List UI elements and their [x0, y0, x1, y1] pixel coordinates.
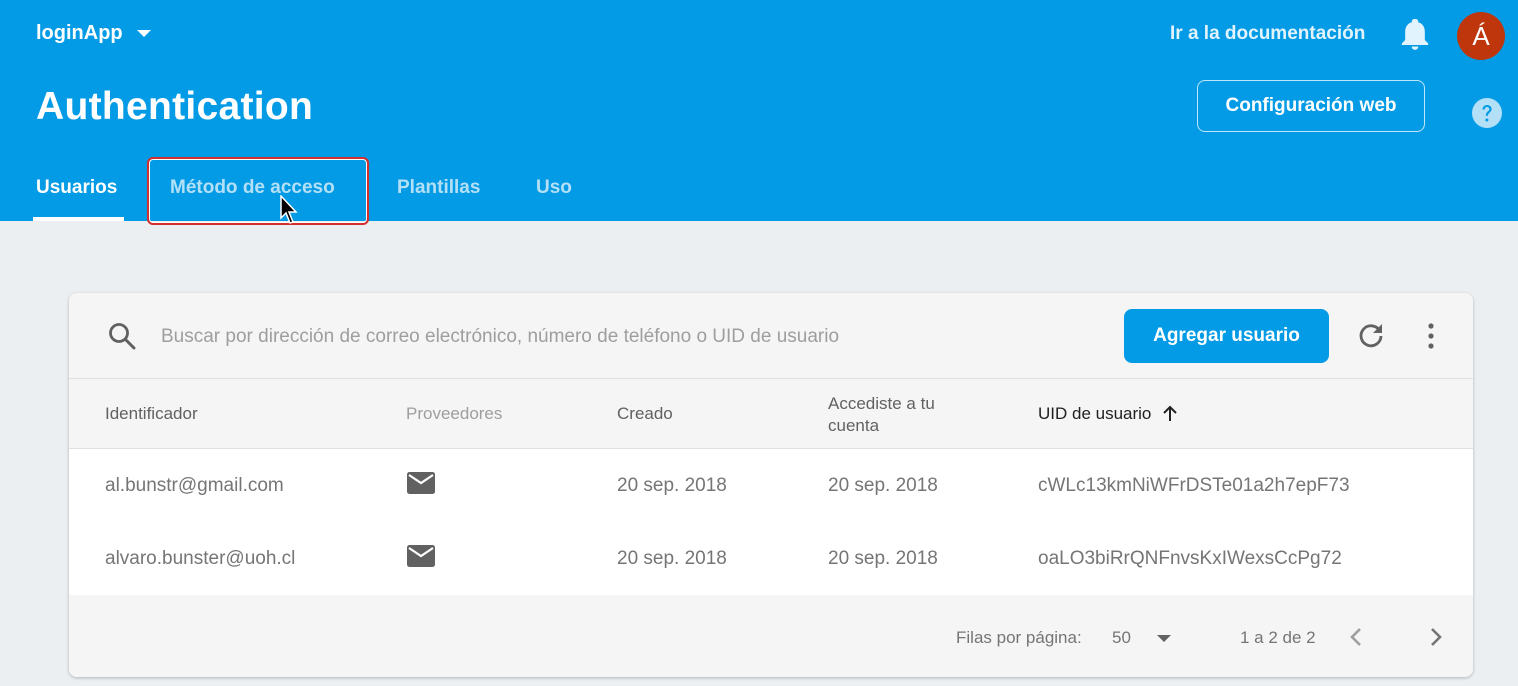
rows-per-page-select[interactable]: 50 — [1112, 628, 1171, 648]
highlight-box — [147, 157, 369, 225]
column-header-identificador[interactable]: Identificador — [105, 404, 198, 424]
table-header: Identificador Proveedores Creado Accedis… — [69, 379, 1473, 449]
pagination-range: 1 a 2 de 2 — [1240, 628, 1316, 647]
rows-per-page-label: Filas por página: — [956, 628, 1082, 647]
column-header-proveedores: Proveedores — [406, 404, 503, 423]
cell-uid: oaLO3biRrQNFnvsKxIWexsCcPg72 — [1038, 548, 1342, 569]
column-header-creado[interactable]: Creado — [617, 404, 673, 424]
project-name: loginApp — [36, 22, 123, 44]
pagination-bar: Filas por página: 50 1 a 2 de 2 — [69, 595, 1473, 677]
refresh-icon[interactable] — [1355, 320, 1387, 352]
mouse-cursor-icon — [280, 195, 298, 224]
tab-bar: Usuarios Método de acceso Plantillas Uso — [0, 160, 800, 221]
chevron-left-icon[interactable] — [1347, 625, 1367, 649]
chevron-down-icon — [1156, 634, 1171, 642]
tab-uso[interactable]: Uso — [536, 177, 572, 199]
email-icon — [407, 545, 435, 567]
column-header-uid[interactable]: UID de usuario — [1038, 404, 1179, 424]
chevron-down-icon — [136, 30, 151, 37]
column-header-accediste[interactable]: Accediste a tu cuenta — [828, 393, 968, 437]
tab-usuarios[interactable]: Usuarios — [36, 177, 117, 199]
cell-created: 20 sep. 2018 — [617, 475, 727, 496]
tab-plantillas[interactable]: Plantillas — [397, 177, 480, 199]
bell-icon[interactable] — [1401, 19, 1429, 51]
search-icon — [109, 323, 136, 350]
active-tab-indicator — [33, 217, 124, 221]
cell-identifier: al.bunstr@gmail.com — [105, 475, 284, 496]
cell-signed-in: 20 sep. 2018 — [828, 548, 938, 569]
table-row[interactable]: al.bunstr@gmail.com 20 sep. 2018 20 sep.… — [69, 449, 1473, 523]
search-input[interactable] — [159, 319, 1063, 355]
add-user-button[interactable]: Agregar usuario — [1124, 309, 1329, 363]
email-icon — [407, 472, 435, 494]
cell-signed-in: 20 sep. 2018 — [828, 475, 938, 496]
table-row[interactable]: alvaro.bunster@uoh.cl 20 sep. 2018 20 se… — [69, 522, 1473, 596]
user-avatar[interactable]: Á — [1457, 12, 1505, 60]
rows-per-page-value: 50 — [1112, 628, 1131, 647]
documentation-link[interactable]: Ir a la documentación — [1170, 23, 1365, 45]
page-title: Authentication — [36, 85, 314, 128]
table-toolbar: Agregar usuario — [69, 293, 1473, 379]
chevron-right-icon[interactable] — [1425, 625, 1445, 649]
users-table-card: Agregar usuario Identificador Proveedore… — [69, 293, 1473, 677]
web-config-button[interactable]: Configuración web — [1197, 80, 1425, 132]
cell-created: 20 sep. 2018 — [617, 548, 727, 569]
more-vert-icon[interactable] — [1419, 320, 1443, 352]
cell-identifier: alvaro.bunster@uoh.cl — [105, 548, 296, 569]
column-header-uid-label: UID de usuario — [1038, 404, 1152, 423]
cell-uid: cWLc13kmNiWFrDSTe01a2h7epF73 — [1038, 475, 1350, 496]
help-icon[interactable] — [1471, 97, 1503, 129]
project-selector[interactable]: loginApp — [36, 22, 151, 45]
arrow-up-icon — [1163, 405, 1178, 421]
